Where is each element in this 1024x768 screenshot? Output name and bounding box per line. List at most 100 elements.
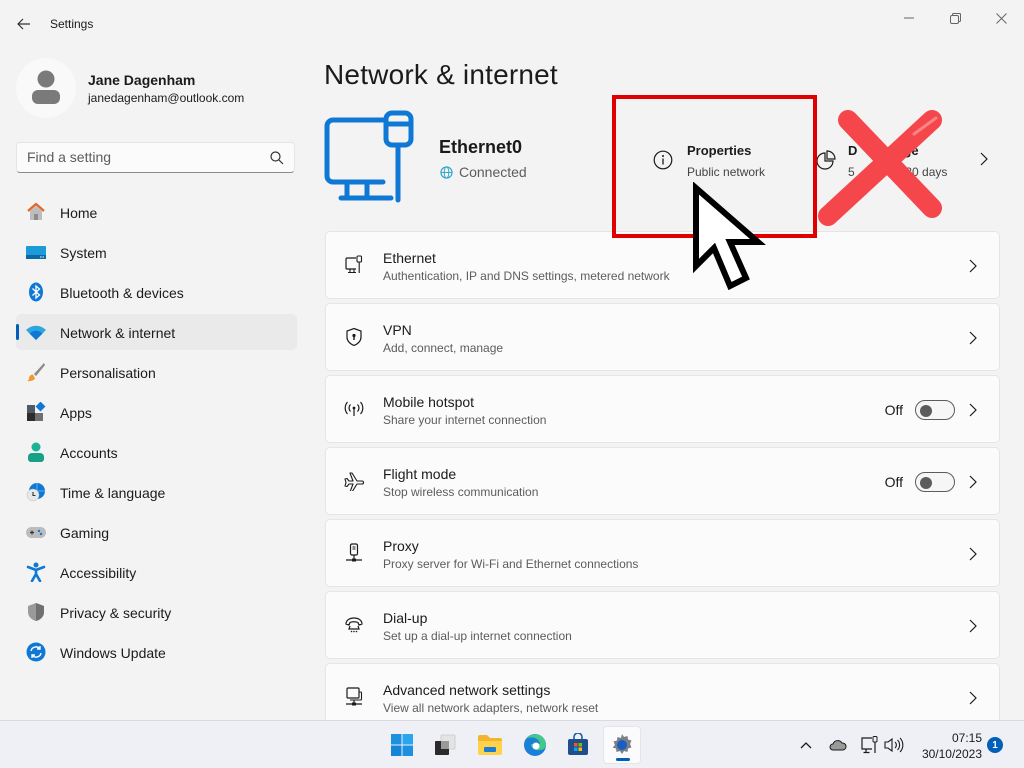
notification-badge[interactable]: 1 [987, 737, 1003, 753]
volume-tray-button[interactable] [884, 735, 904, 755]
advanced-network-icon [346, 687, 363, 706]
accounts-icon [28, 442, 44, 462]
update-icon [26, 642, 46, 662]
sidebar-item-time-language[interactable]: Time & language [16, 474, 297, 510]
vpn-shield-icon [346, 327, 362, 347]
card-title: Dial-up [383, 610, 428, 626]
search-input[interactable] [27, 149, 267, 165]
card-subtitle: Set up a dial-up internet connection [383, 629, 572, 643]
maximize-button[interactable] [932, 4, 978, 32]
search-box[interactable] [16, 142, 295, 173]
sidebar-item-label: Personalisation [60, 365, 156, 381]
sidebar-item-label: Accessibility [60, 565, 137, 581]
folder-icon [478, 735, 502, 755]
data-usage-title: Dge [848, 143, 919, 158]
clock[interactable]: 07:15 30/10/2023 [906, 730, 982, 762]
card-flight-mode[interactable]: Flight mode Stop wireless communication … [325, 447, 1000, 515]
chevron-up-icon [800, 742, 812, 749]
sidebar-item-network-internet[interactable]: Network & internet [16, 314, 297, 350]
toggle-state-label: Off [884, 474, 903, 490]
network-tray-button[interactable] [860, 735, 880, 755]
sidebar-item-accessibility[interactable]: Accessibility [16, 554, 297, 590]
card-subtitle: View all network adapters, network reset [383, 701, 599, 715]
sidebar-item-gaming[interactable]: Gaming [16, 514, 297, 550]
data-usage-button[interactable]: Dge 5 st 30 days [812, 130, 1000, 190]
taskbar: 07:15 30/10/2023 1 [0, 720, 1024, 768]
toggle-state-label: Off [884, 402, 903, 418]
sidebar-item-bluetooth-devices[interactable]: Bluetooth & devices [16, 274, 297, 310]
connection-status: Connected [440, 164, 527, 180]
sidebar-item-label: Time & language [60, 485, 166, 501]
minimize-button[interactable] [886, 4, 932, 32]
card-mobile-hotspot[interactable]: Mobile hotspot Share your internet conne… [325, 375, 1000, 443]
dialup-icon [345, 617, 363, 633]
sidebar-item-apps[interactable]: Apps [16, 394, 297, 430]
gear-icon [612, 734, 632, 754]
sidebar-item-label: Bluetooth & devices [60, 285, 184, 301]
sidebar-nav: Home System Bluetooth & devices Network … [16, 194, 297, 674]
sidebar-item-label: Accounts [60, 445, 118, 461]
card-title: Ethernet [383, 250, 436, 266]
microsoft-store-button[interactable] [559, 726, 597, 764]
data-usage-title-end: ge [903, 143, 919, 158]
profile-name: Jane Dagenham [88, 72, 196, 88]
search-icon[interactable] [270, 151, 284, 165]
sidebar-item-home[interactable]: Home [16, 194, 297, 230]
time-language-icon [26, 483, 45, 502]
sidebar-item-label: Network & internet [60, 325, 176, 341]
mobile-hotspot-toggle[interactable] [915, 400, 955, 420]
properties-button[interactable]: Properties Public network [636, 130, 806, 190]
card-ethernet[interactable]: Ethernet Authentication, IP and DNS sett… [325, 231, 1000, 299]
sidebar-item-privacy-security[interactable]: Privacy & security [16, 594, 297, 630]
onedrive-tray-button[interactable] [828, 735, 848, 755]
wifi-icon [26, 325, 46, 340]
brush-icon [27, 363, 45, 382]
ethernet-tray-icon [861, 736, 878, 754]
data-usage-title-start: D [848, 143, 858, 158]
sidebar-item-system[interactable]: System [16, 234, 297, 270]
gamepad-icon [26, 527, 46, 538]
card-title: Proxy [383, 538, 419, 554]
back-button[interactable] [12, 12, 36, 36]
cloud-icon [829, 740, 847, 751]
start-button[interactable] [383, 726, 421, 764]
close-button[interactable] [978, 4, 1024, 32]
sidebar-item-label: Apps [60, 405, 92, 421]
file-explorer-button[interactable] [471, 726, 509, 764]
ethernet-icon [345, 255, 363, 274]
sidebar-item-accounts[interactable]: Accounts [16, 434, 297, 470]
toggle-knob [920, 405, 932, 417]
card-vpn[interactable]: VPN Add, connect, manage [325, 303, 1000, 371]
accessibility-icon [26, 562, 46, 582]
speaker-icon [884, 737, 904, 753]
task-view-button[interactable] [426, 726, 464, 764]
card-proxy[interactable]: Proxy Proxy server for Wi-Fi and Etherne… [325, 519, 1000, 587]
data-usage-subtitle-end: st 30 days [892, 165, 948, 179]
properties-subtitle: Public network [687, 165, 766, 179]
hotspot-toggle-group: Off [885, 400, 955, 420]
flight-mode-toggle[interactable] [915, 472, 955, 492]
windows-logo-icon [391, 734, 413, 756]
edge-icon [524, 734, 546, 756]
close-icon [995, 12, 1007, 24]
settings-app-button[interactable] [603, 726, 641, 764]
chevron-right-icon [969, 403, 977, 417]
show-hidden-icons-button[interactable] [796, 735, 816, 755]
pie-chart-icon [816, 150, 836, 170]
data-usage-subtitle-start: 5 [848, 165, 855, 179]
chevron-right-icon [969, 691, 977, 705]
proxy-icon [346, 543, 362, 562]
user-profile[interactable]: Jane Dagenham janedagenham@outlook.com [16, 56, 296, 120]
chevron-right-icon [980, 152, 988, 166]
sidebar-item-personalisation[interactable]: Personalisation [16, 354, 297, 390]
card-dial-up[interactable]: Dial-up Set up a dial-up internet connec… [325, 591, 1000, 659]
bluetooth-icon [29, 282, 43, 302]
edge-browser-button[interactable] [516, 726, 554, 764]
sidebar-item-windows-update[interactable]: Windows Update [16, 634, 297, 670]
hotspot-icon [344, 401, 364, 416]
clock-date: 30/10/2023 [921, 747, 982, 761]
data-usage-subtitle: 5 st 30 days [848, 165, 947, 179]
shield-icon [28, 603, 44, 621]
toggle-knob [920, 477, 932, 489]
app-title: Settings [50, 17, 94, 31]
